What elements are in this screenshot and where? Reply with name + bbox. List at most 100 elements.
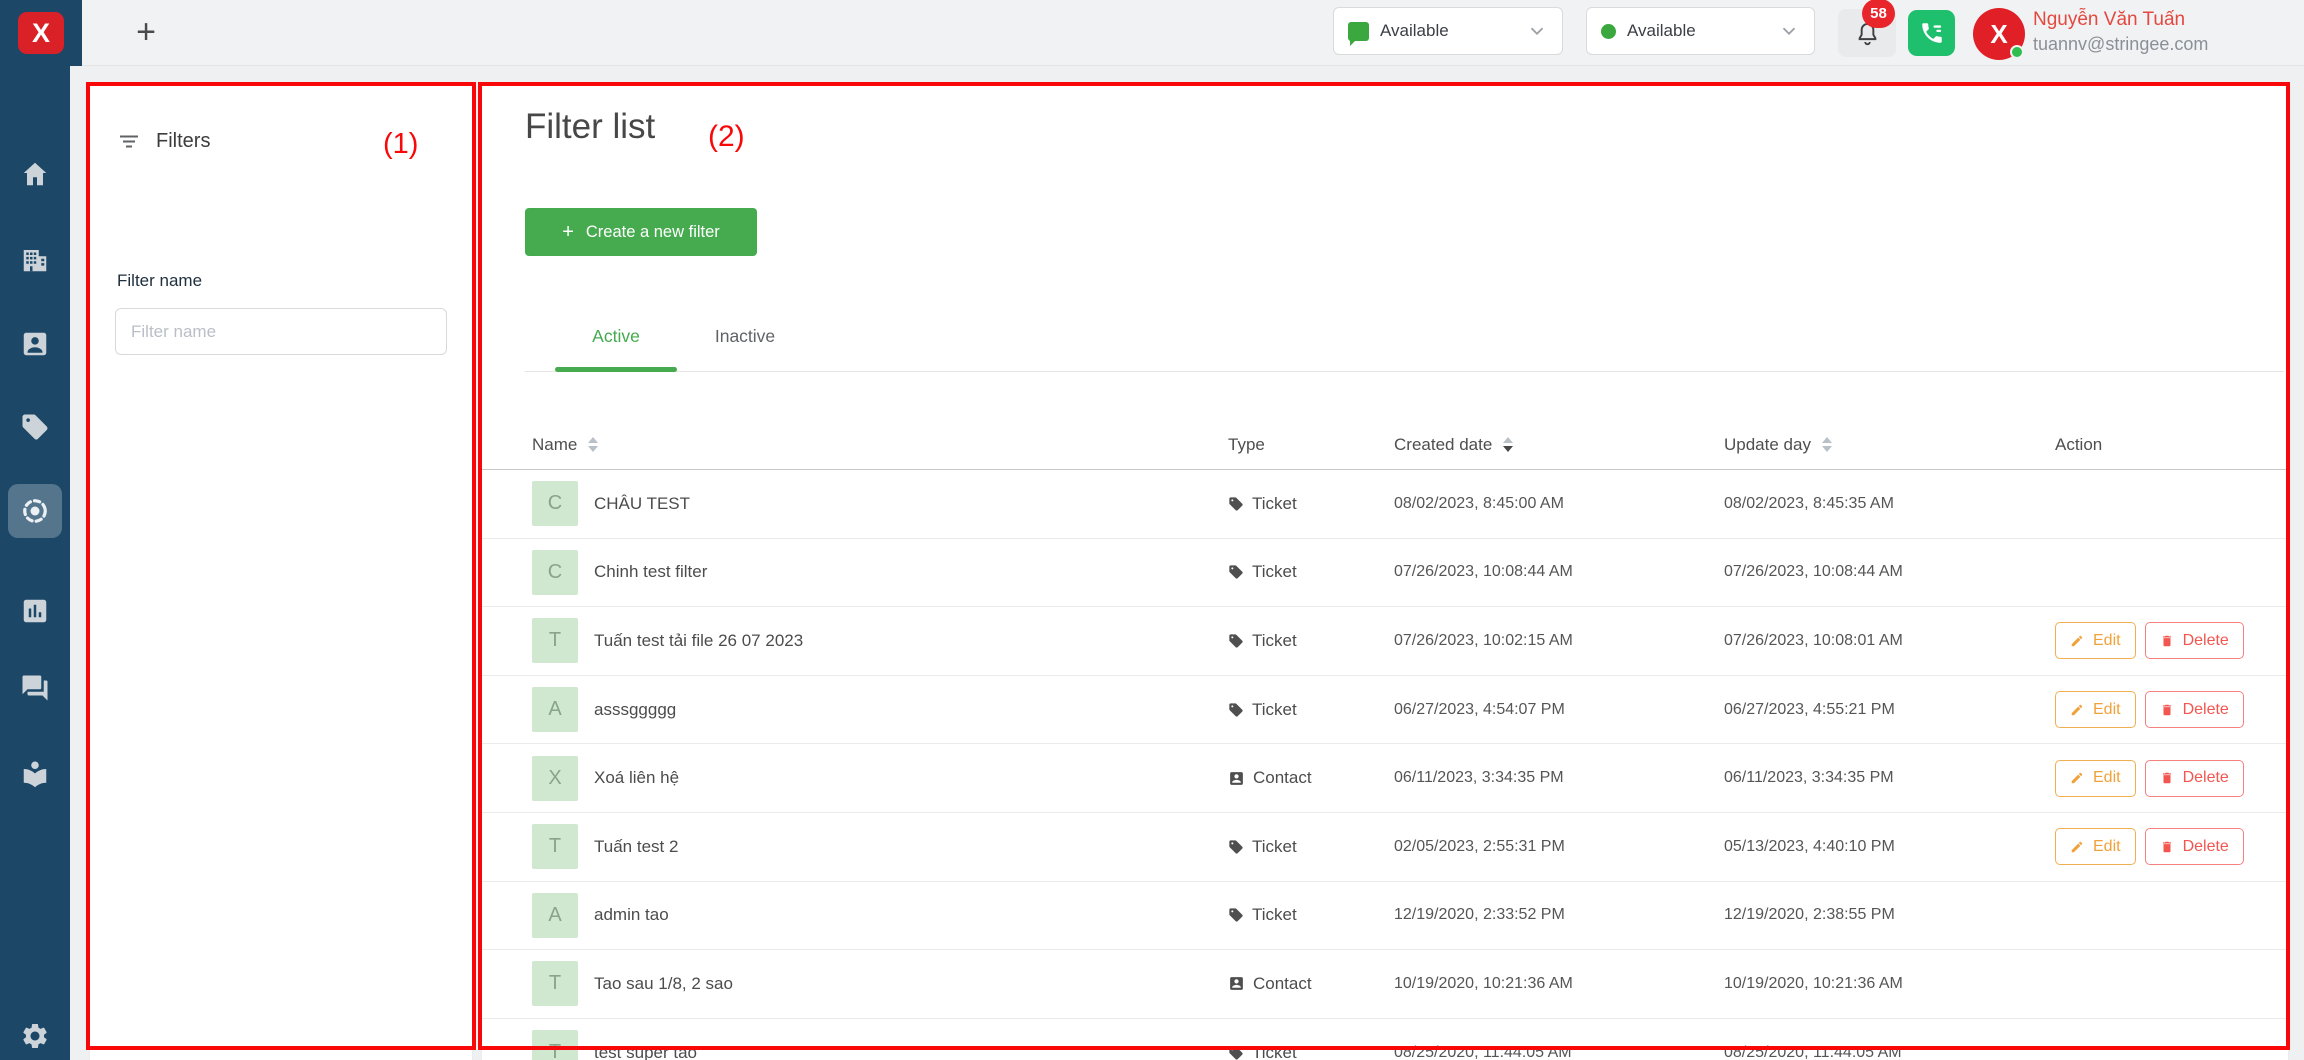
delete-label: Delete — [2183, 632, 2229, 650]
plus-icon: + — [562, 221, 574, 244]
topbar: X + Available Available 58 X Nguyễn Văn … — [0, 0, 2304, 66]
filter-type-label: Ticket — [1252, 631, 1297, 651]
filter-name-input[interactable] — [115, 308, 447, 355]
filter-type-label: Ticket — [1252, 1043, 1297, 1060]
chat-status-dropdown[interactable]: Available — [1333, 7, 1563, 55]
sidebar-item-chart[interactable] — [20, 596, 50, 626]
edit-button[interactable]: Edit — [2055, 691, 2136, 728]
updated-date: 05/13/2023, 4:40:10 PM — [1724, 838, 2055, 856]
user-avatar[interactable]: X — [1973, 8, 2025, 60]
filter-type: Ticket — [1228, 700, 1394, 720]
sidebar-item-contacts[interactable] — [20, 329, 50, 359]
filter-name-label: Filter name — [117, 271, 202, 291]
delete-label: Delete — [2183, 701, 2229, 719]
edit-button[interactable]: Edit — [2055, 760, 2136, 797]
filter-type: Ticket — [1228, 905, 1394, 925]
column-header-created-date[interactable]: Created date — [1394, 435, 1724, 455]
tag-icon — [20, 412, 50, 442]
tab-active[interactable]: Active — [555, 326, 677, 347]
edit-label: Edit — [2093, 769, 2121, 787]
updated-date: 07/26/2023, 10:08:44 AM — [1724, 563, 2055, 581]
tag-type-icon — [1228, 907, 1244, 923]
filter-type: Ticket — [1228, 562, 1394, 582]
filter-name: Chinh test filter — [594, 562, 707, 582]
updated-date: 06/11/2023, 3:34:35 PM — [1724, 769, 2055, 787]
sidebar-item-chat[interactable] — [20, 673, 50, 703]
row-avatar: T — [532, 961, 578, 1006]
column-header-type: Type — [1228, 435, 1394, 455]
table-row: CCHÂU TESTTicket08/02/2023, 8:45:00 AM08… — [482, 470, 2288, 539]
edit-label: Edit — [2093, 701, 2121, 719]
pencil-icon — [2070, 771, 2084, 785]
action-cell: EditDelete — [2055, 828, 2288, 865]
created-date: 08/25/2020, 11:44:05 AM — [1394, 1044, 1724, 1060]
created-date: 07/26/2023, 10:08:44 AM — [1394, 563, 1724, 581]
filter-type: Ticket — [1228, 837, 1394, 857]
column-header-label: Type — [1228, 435, 1265, 455]
new-tab-button[interactable]: + — [124, 10, 168, 54]
created-date: 02/05/2023, 2:55:31 PM — [1394, 838, 1724, 856]
page-title: Filter list — [525, 107, 655, 147]
filter-list-panel: Filter list + Create a new filter Active… — [482, 85, 2288, 1060]
sort-carets-icon[interactable] — [1822, 437, 1832, 452]
tag-type-icon — [1228, 564, 1244, 580]
delete-button[interactable]: Delete — [2145, 760, 2244, 797]
sidebar-item-company[interactable] — [20, 245, 50, 275]
create-new-filter-label: Create a new filter — [586, 223, 720, 242]
updated-date: 12/19/2020, 2:38:55 PM — [1724, 906, 2055, 924]
sidebar-item-library[interactable] — [20, 759, 50, 789]
table-row: Aadmin taoTicket12/19/2020, 2:33:52 PM12… — [482, 882, 2288, 951]
pencil-icon — [2070, 634, 2084, 648]
filter-name: Tuấn test 2 — [594, 837, 678, 857]
action-cell: Edit Delete — [2055, 760, 2288, 797]
delete-button[interactable]: Delete — [2145, 828, 2244, 865]
sort-carets-icon[interactable] — [588, 437, 598, 452]
user-name[interactable]: Nguyễn Văn Tuấn — [2033, 9, 2185, 31]
table-row: TTuấn test tải file 26 07 2023Ticket07/2… — [482, 607, 2288, 676]
sidebar-item-settings[interactable] — [20, 1021, 50, 1051]
trash-icon — [2160, 634, 2174, 648]
filter-type: Contact — [1228, 974, 1394, 994]
row-avatar: A — [532, 687, 578, 732]
sidebar-item-filter-status[interactable] — [8, 484, 62, 538]
edit-label: Edit — [2093, 632, 2121, 650]
filter-status-icon — [20, 496, 50, 526]
sidebar-item-tag[interactable] — [20, 412, 50, 442]
sort-carets-icon[interactable] — [1503, 437, 1513, 452]
app-logo[interactable]: X — [0, 0, 82, 66]
filter-name: Xoá liên hệ — [594, 768, 679, 788]
column-header-update-day[interactable]: Update day — [1724, 435, 2055, 455]
home-icon — [20, 159, 50, 189]
column-header-label: Action — [2055, 435, 2102, 455]
tab-inactive[interactable]: Inactive — [685, 326, 805, 347]
column-header-name[interactable]: Name — [532, 435, 1228, 455]
row-avatar: T — [532, 618, 578, 663]
column-header-label: Update day — [1724, 435, 1811, 455]
filter-type: Contact — [1228, 768, 1394, 788]
contacts-icon — [20, 329, 50, 359]
call-button[interactable] — [1908, 10, 1955, 56]
filters-panel: Filters Filter name — [90, 85, 472, 1060]
delete-button[interactable]: Delete — [2145, 691, 2244, 728]
call-status-value: Available — [1627, 21, 1696, 41]
filter-type-label: Contact — [1253, 974, 1312, 994]
filter-type-label: Ticket — [1252, 494, 1297, 514]
filter-table: NameType Created dateUpdate day Action CCH… — [482, 420, 2288, 1060]
row-avatar: T — [532, 824, 578, 869]
create-new-filter-button[interactable]: + Create a new filter — [525, 208, 757, 256]
pencil-icon — [2070, 840, 2084, 854]
edit-button[interactable]: Edit — [2055, 622, 2136, 659]
contact-type-icon — [1228, 975, 1245, 992]
call-status-dropdown[interactable]: Available — [1586, 7, 1815, 55]
filter-name: Tao sau 1/8, 2 sao — [594, 974, 733, 994]
filter-type-label: Ticket — [1252, 905, 1297, 925]
edit-button[interactable]: Edit — [2055, 828, 2136, 865]
tag-type-icon — [1228, 496, 1244, 512]
delete-button[interactable]: Delete — [2145, 622, 2244, 659]
updated-date: 08/02/2023, 8:45:35 AM — [1724, 495, 2055, 513]
library-icon — [20, 759, 50, 789]
updated-date: 10/19/2020, 10:21:36 AM — [1724, 975, 2055, 993]
trash-icon — [2160, 771, 2174, 785]
sidebar-item-home[interactable] — [20, 159, 50, 189]
row-avatar: C — [532, 481, 578, 526]
